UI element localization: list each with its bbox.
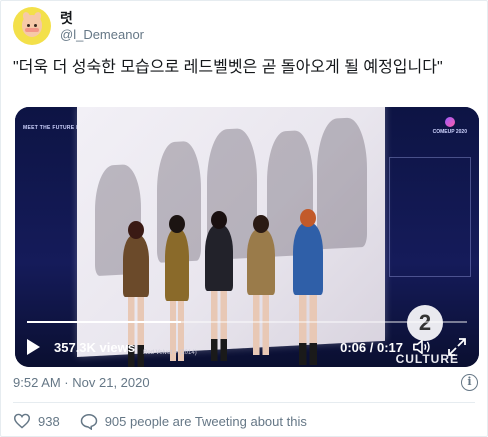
tweeting-about-text: 905 people are Tweeting about this bbox=[104, 413, 307, 429]
user-names: 렷 @l_Demeanor bbox=[60, 9, 144, 43]
view-count: 357.3K views bbox=[54, 339, 135, 355]
video-player[interactable]: MEET THE FUTURE POST - PANDEMIC COMEUP 2… bbox=[15, 107, 479, 367]
stage-side-panel bbox=[389, 157, 471, 277]
display-name[interactable]: 렷 bbox=[60, 9, 144, 27]
heart-icon bbox=[13, 413, 31, 429]
tweet-header: 렷 @l_Demeanor bbox=[13, 6, 144, 46]
video-time: 0:06 / 0:17 bbox=[340, 339, 403, 355]
event-logo-right: COMEUP 2020 bbox=[433, 117, 467, 135]
tweet-actions: 938 905 people are Tweeting about this bbox=[13, 411, 307, 431]
avatar[interactable] bbox=[13, 7, 51, 45]
performer-head bbox=[169, 215, 185, 233]
performer bbox=[165, 215, 189, 361]
avatar-eye-left bbox=[27, 24, 30, 27]
performer-head bbox=[211, 211, 227, 229]
user-handle[interactable]: @l_Demeanor bbox=[60, 27, 144, 43]
performer bbox=[247, 215, 275, 355]
performer-head bbox=[300, 209, 316, 227]
performer bbox=[293, 209, 323, 365]
event-logo-right-text: COMEUP 2020 bbox=[432, 129, 467, 135]
tweet-text: "더욱 더 성숙한 모습으로 레드벨벳은 곧 돌아오게 될 예정입니다" bbox=[13, 59, 443, 76]
performer bbox=[205, 211, 233, 361]
volume-icon[interactable] bbox=[411, 338, 433, 356]
shadow-figure bbox=[317, 116, 367, 250]
video-controls: 357.3K views 0:06 / 0:17 bbox=[15, 327, 479, 367]
like-button[interactable]: 938 bbox=[13, 413, 80, 429]
performer-head bbox=[128, 221, 144, 239]
performer-head bbox=[253, 215, 269, 233]
tweet-timestamp[interactable]: 9:52 AM · Nov 21, 2020 bbox=[13, 375, 150, 390]
avatar-eye-right bbox=[34, 24, 37, 27]
performer bbox=[123, 221, 149, 367]
chat-bubble-icon bbox=[80, 413, 97, 430]
event-logo-mark bbox=[444, 117, 455, 127]
video-progress-fill bbox=[27, 321, 181, 323]
stage-screen bbox=[77, 107, 385, 358]
play-icon[interactable] bbox=[27, 339, 40, 355]
video-progress-bar[interactable] bbox=[27, 321, 467, 323]
divider bbox=[13, 402, 475, 403]
like-count: 938 bbox=[38, 413, 60, 429]
tweet-card: 렷 @l_Demeanor "더욱 더 성숙한 모습으로 레드벨벳은 곧 돌아오… bbox=[0, 0, 488, 437]
avatar-cheeks bbox=[25, 28, 39, 32]
fullscreen-icon[interactable] bbox=[447, 337, 467, 357]
avatar-face bbox=[22, 15, 42, 37]
tweeting-about-link[interactable]: 905 people are Tweeting about this bbox=[80, 413, 307, 430]
info-icon[interactable]: i bbox=[461, 374, 478, 391]
